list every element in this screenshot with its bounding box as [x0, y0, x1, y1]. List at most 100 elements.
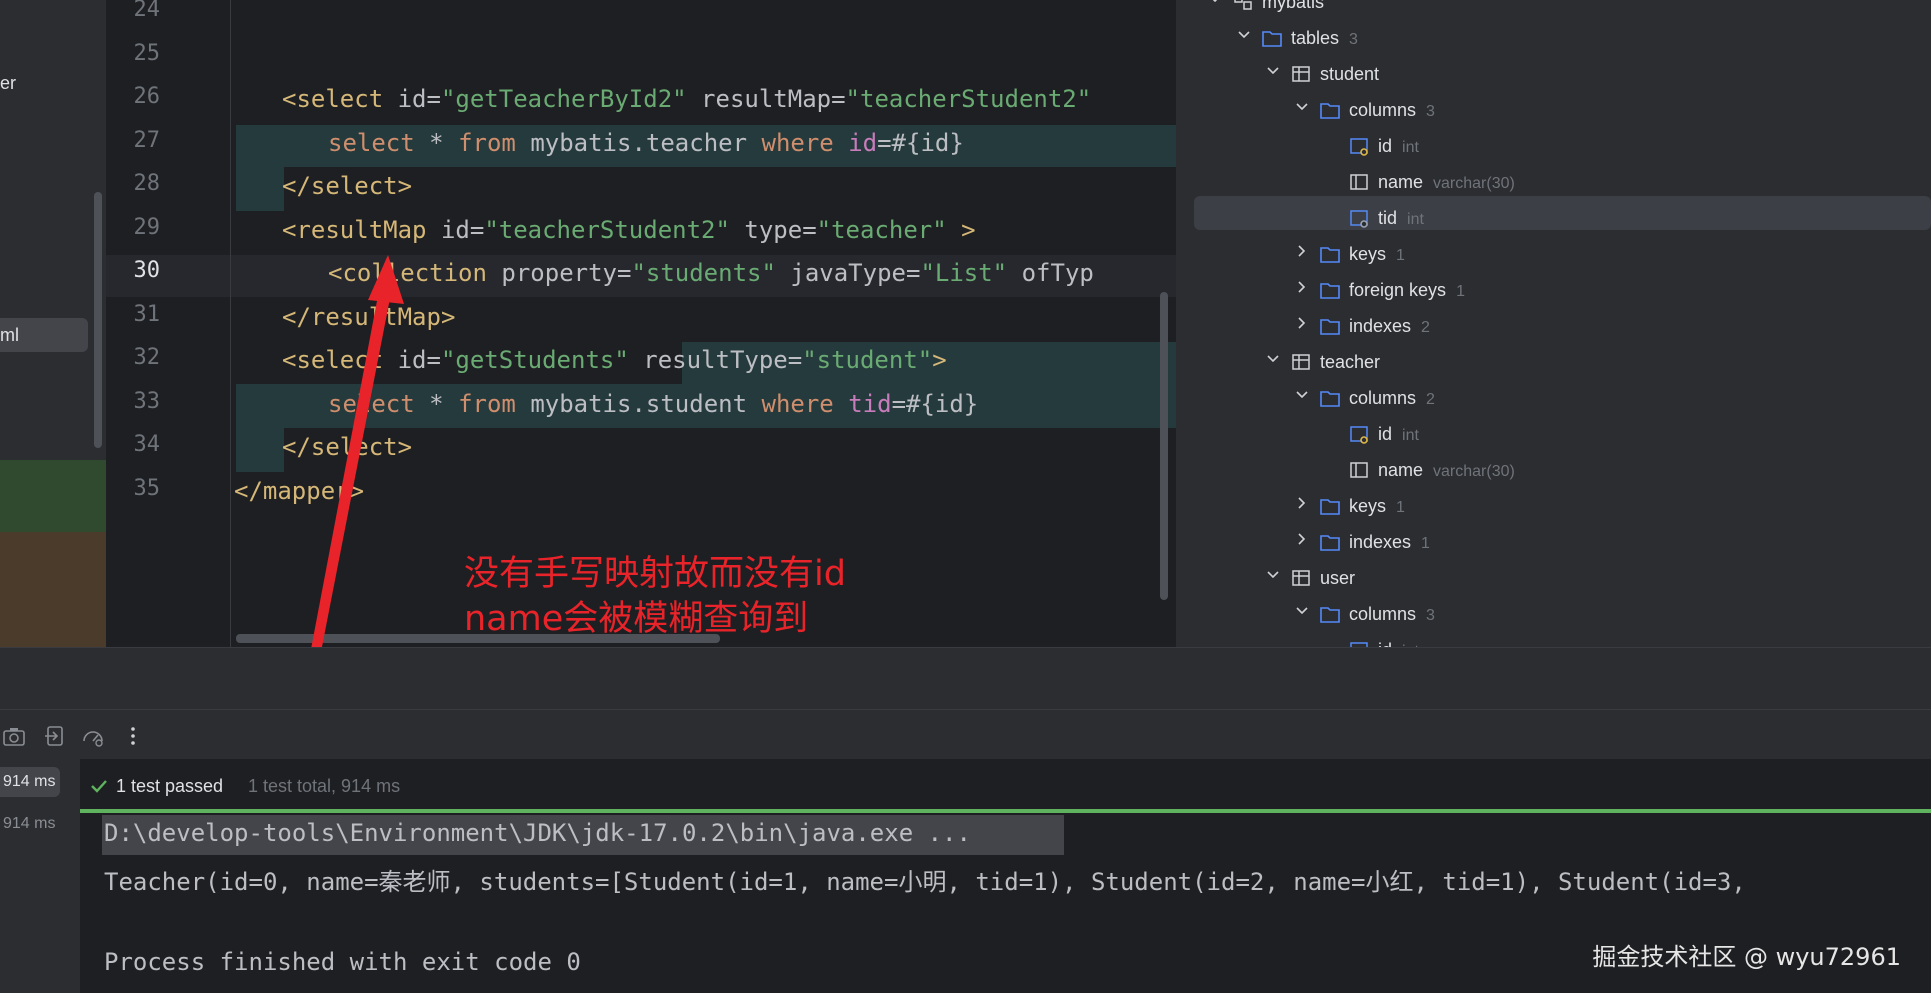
database-tree[interactable]: mybatis tables 3 student columns 3 id int name va…: [1176, 0, 1931, 647]
console-line: D:\develop-tools\Environment\JDK\jdk-17.…: [104, 819, 971, 847]
tree-row-foreign-keys[interactable]: foreign keys 1: [1176, 274, 1931, 306]
folder-icon: [1262, 31, 1282, 47]
test-time[interactable]: 914 ms: [3, 815, 55, 833]
tree-row-meta: 3: [1426, 103, 1435, 120]
tree-row-indexes[interactable]: indexes 1: [1176, 526, 1931, 558]
chevron-right-icon[interactable]: [1295, 532, 1309, 546]
tree-row-meta: int: [1402, 139, 1419, 156]
tree-row-meta: 3: [1426, 607, 1435, 624]
tree-row-meta: 2: [1421, 319, 1430, 336]
chevron-down-icon[interactable]: [1266, 568, 1280, 582]
code-token: id=: [397, 85, 441, 113]
test-total-label: 1 test total, 914 ms: [248, 776, 401, 796]
tree-row-label: name: [1378, 460, 1424, 480]
tree-row-columns[interactable]: columns 3: [1176, 598, 1931, 630]
tree-row-meta: varchar(30): [1433, 175, 1515, 192]
tree-row-keys[interactable]: keys 1: [1176, 490, 1931, 522]
tree-row-mybatis[interactable]: mybatis: [1176, 0, 1931, 18]
line-gutter: 24 25 26 27 28 29 30 31 32 33 34 35: [106, 0, 230, 647]
tree-row-tid[interactable]: tid int: [1176, 202, 1931, 234]
camera-icon[interactable]: [2, 724, 26, 748]
code-token: property=: [501, 259, 632, 287]
code-token: >: [946, 215, 976, 244]
gauge-icon[interactable]: [81, 724, 105, 748]
tree-row-name[interactable]: name varchar(30): [1176, 454, 1931, 486]
line-number: 33: [133, 388, 161, 414]
chevron-right-icon[interactable]: [1295, 244, 1309, 258]
tree-row-teacher[interactable]: teacher: [1176, 346, 1931, 378]
code-token: =#{id}: [877, 128, 964, 157]
code-token: <select: [282, 346, 398, 374]
more-icon[interactable]: [121, 724, 145, 748]
chevron-down-icon[interactable]: [1295, 604, 1309, 618]
project-item-ml[interactable]: ml: [0, 325, 19, 346]
code-token: <resultMap: [282, 215, 441, 244]
folder-icon: [1320, 391, 1340, 407]
project-panel: er ml: [0, 0, 106, 647]
tree-row-id[interactable]: idint: [1176, 130, 1931, 162]
console-line: Teacher(id=0, name=秦老师, students=[Studen…: [104, 868, 1761, 896]
chevron-down-icon[interactable]: [1208, 0, 1222, 6]
test-time[interactable]: 914 ms: [3, 773, 55, 791]
tree-row-id[interactable]: idint: [1176, 634, 1931, 647]
code-token: tid: [848, 389, 892, 418]
project-scrollbar[interactable]: [94, 192, 102, 448]
panel-brown-area: [0, 532, 106, 647]
code-token: "teacherStudent2": [484, 215, 730, 244]
table-icon: [1292, 570, 1310, 586]
tree-row-label: user: [1320, 568, 1356, 588]
column-icon: [1350, 462, 1368, 478]
code-token: *: [429, 128, 459, 157]
code-line: select * from mybatis.student where tid=…: [328, 390, 978, 418]
chevron-down-icon[interactable]: [1295, 388, 1309, 402]
chevron-right-icon[interactable]: [1295, 496, 1309, 510]
code-token: select: [328, 128, 430, 157]
column-icon: [1350, 174, 1368, 190]
code-token: where: [761, 128, 849, 157]
tree-row-indexes[interactable]: indexes 2: [1176, 310, 1931, 342]
chevron-down-icon[interactable]: [1266, 352, 1280, 366]
folder-icon: [1320, 607, 1340, 623]
tree-row-columns[interactable]: columns 2: [1176, 382, 1931, 414]
chevron-down-icon[interactable]: [1237, 28, 1251, 42]
line-number: 24: [133, 0, 161, 22]
tree-row-id[interactable]: idint: [1176, 418, 1931, 450]
chevron-down-icon[interactable]: [1295, 100, 1309, 114]
tree-row-student[interactable]: student: [1176, 58, 1931, 90]
tree-row-tables[interactable]: tables 3: [1176, 22, 1931, 54]
export-icon[interactable]: [43, 724, 67, 748]
tree-row-label: id: [1378, 424, 1393, 444]
project-item-er[interactable]: er: [0, 73, 16, 94]
tree-row-columns[interactable]: columns 3: [1176, 94, 1931, 126]
tree-row-user[interactable]: user: [1176, 562, 1931, 594]
tree-row-keys[interactable]: keys 1: [1176, 238, 1931, 270]
tree-row-label: keys: [1349, 496, 1387, 516]
editor-vertical-scrollbar[interactable]: [1160, 292, 1168, 600]
tree-row-meta: int: [1402, 427, 1419, 444]
code-line: </select>: [282, 172, 412, 200]
tree-row-label: tables: [1291, 28, 1340, 48]
code-token: select: [328, 389, 430, 418]
tree-row-meta: int: [1407, 211, 1424, 228]
sql-highlight: [236, 167, 284, 211]
line-number: 28: [133, 171, 161, 196]
folder-icon: [1320, 499, 1340, 515]
tree-row-label: indexes: [1349, 316, 1412, 336]
key-column-icon: [1350, 426, 1368, 444]
code-token: from: [458, 389, 531, 418]
tree-row-label: name: [1378, 172, 1424, 192]
chevron-down-icon[interactable]: [1266, 64, 1280, 78]
line-number: 34: [133, 432, 161, 457]
code-token: javaType=: [775, 259, 921, 287]
tree-row-label: id: [1378, 640, 1392, 647]
panel-green-area: [0, 460, 106, 532]
code-token: "teacherStudent2": [845, 85, 1092, 113]
chevron-right-icon[interactable]: [1295, 280, 1309, 294]
code-token: resultType=: [628, 346, 803, 374]
tree-row-meta: 1: [1456, 283, 1465, 300]
code-token: </mapper>: [234, 476, 365, 505]
code-token: mybatis.student: [530, 389, 762, 418]
chevron-right-icon[interactable]: [1295, 316, 1309, 330]
line-number: 25: [133, 40, 161, 66]
tree-row-name[interactable]: name varchar(30): [1176, 166, 1931, 198]
